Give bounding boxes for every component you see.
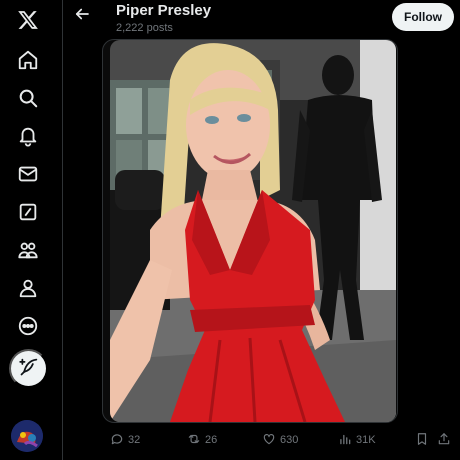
profile-header: Piper Presley 2,222 posts Follow bbox=[63, 0, 460, 40]
heart-icon bbox=[262, 432, 276, 449]
account-avatar[interactable] bbox=[11, 420, 43, 452]
mail-icon[interactable] bbox=[8, 154, 48, 194]
post-photo[interactable] bbox=[110, 40, 396, 422]
share-button[interactable] bbox=[437, 430, 451, 450]
reply-count: 32 bbox=[128, 434, 141, 446]
like-button[interactable]: 630 bbox=[262, 430, 298, 450]
bookmark-button[interactable] bbox=[415, 430, 429, 450]
follow-button[interactable]: Follow bbox=[392, 3, 454, 31]
views-count: 31K bbox=[356, 434, 376, 446]
bell-icon[interactable] bbox=[8, 116, 48, 156]
posts-count: 2,222 posts bbox=[116, 22, 173, 34]
bar-chart-icon bbox=[338, 432, 352, 449]
profile-name: Piper Presley bbox=[116, 2, 212, 19]
grok-icon[interactable] bbox=[8, 192, 48, 232]
repost-count: 26 bbox=[205, 434, 218, 446]
views-button[interactable]: 31K bbox=[338, 430, 376, 450]
repost-button[interactable]: 26 bbox=[187, 430, 217, 450]
bookmark-icon bbox=[415, 432, 429, 449]
search-icon[interactable] bbox=[8, 78, 48, 118]
like-count: 630 bbox=[280, 434, 299, 446]
reply-button[interactable]: 32 bbox=[110, 430, 140, 450]
communities-icon[interactable] bbox=[8, 230, 48, 270]
back-button[interactable] bbox=[71, 4, 93, 26]
arrow-left-icon bbox=[73, 5, 91, 26]
home-icon[interactable] bbox=[8, 40, 48, 80]
nav-divider bbox=[62, 0, 63, 460]
compose-post-button[interactable] bbox=[9, 349, 48, 388]
left-nav-rail bbox=[0, 0, 57, 460]
reply-icon bbox=[110, 432, 124, 449]
share-icon bbox=[437, 432, 451, 449]
profile-icon[interactable] bbox=[8, 268, 48, 308]
x-logo-icon[interactable] bbox=[8, 0, 48, 40]
feather-plus-icon bbox=[18, 357, 39, 381]
repost-icon bbox=[187, 432, 201, 449]
post-action-bar: 32 26 630 31K bbox=[63, 426, 460, 454]
more-icon[interactable] bbox=[8, 306, 48, 346]
